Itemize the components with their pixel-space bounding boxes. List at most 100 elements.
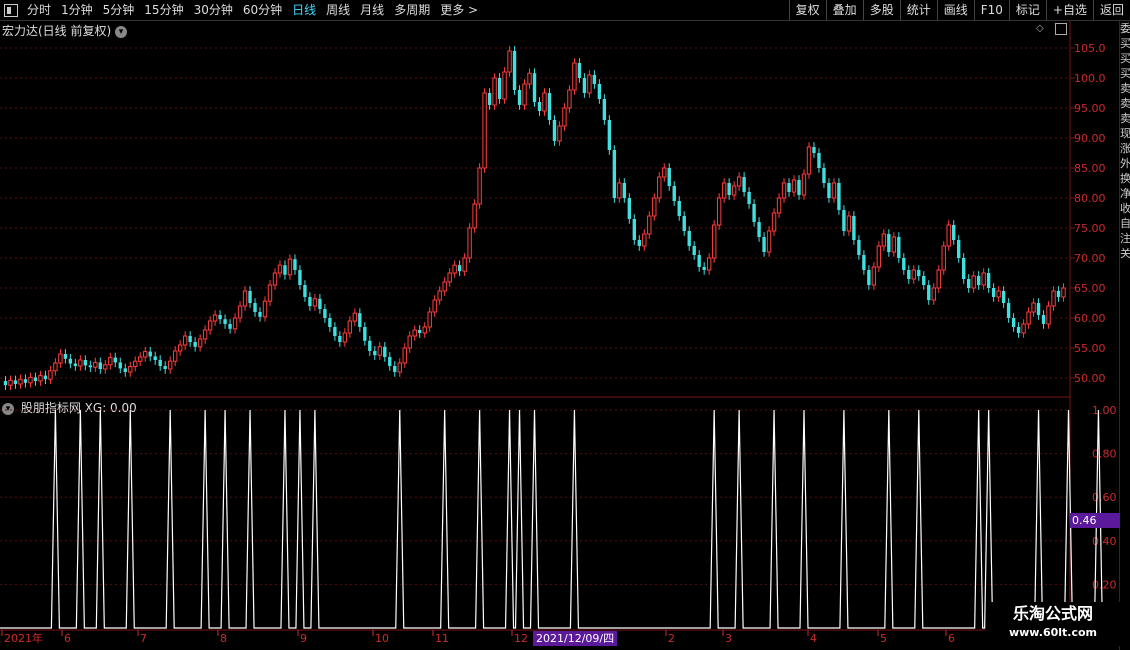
candle-body [527,72,532,85]
candle-body [891,236,897,253]
candle-body [557,125,562,142]
candle-body [277,264,283,274]
period-tab[interactable]: 5分钟 [98,0,140,20]
candle-body [881,233,887,247]
candle-body [113,357,117,363]
strip-char: 注 [1120,232,1130,245]
candle-body [422,326,427,334]
toolbar-button[interactable]: 画线 [936,0,974,20]
candle-body [462,257,467,272]
candle-body [123,368,127,372]
candle-body [1001,291,1006,303]
candle-body [757,222,761,237]
candle-body [572,62,577,91]
candle-body [986,273,991,288]
candle-body [941,245,946,271]
candle-body [936,269,941,289]
candle-body [1031,302,1036,313]
candle-body [607,120,612,150]
candle-body [797,180,801,195]
toolbar-button[interactable]: 叠加 [825,0,863,20]
strip-char: 卖 [1120,82,1130,95]
y-tick-label: 50.00 [1074,372,1106,385]
indicator-title: ▾ 股朋指标网 XG: 0.00 [2,399,137,416]
watermark: 乐淘公式网 www.60lt.com [986,602,1120,646]
candle-body [118,362,122,369]
candle-body [711,224,717,259]
candle-body [692,246,696,255]
period-tab[interactable]: 日线 [287,0,321,20]
toolbar-button[interactable]: 多股 [862,0,900,20]
toolbar-button[interactable]: 复权 [788,0,826,20]
candle-body [323,309,327,318]
toolbar-button[interactable]: 返回 [1092,0,1130,20]
toolbar-button[interactable]: 统计 [899,0,937,20]
menu-icon[interactable] [4,3,18,17]
candle-body [412,329,417,337]
candle-body [397,362,402,373]
y-tick-label: 55.00 [1074,342,1106,355]
candle-body [1046,305,1051,325]
candle-body [827,183,831,198]
candle-body [338,336,342,342]
candle-body [922,276,926,285]
period-tab[interactable]: 60分钟 [238,0,287,20]
diamond-icon[interactable]: ◇ [1036,23,1046,34]
candle-body [153,356,157,360]
candle-body [212,314,218,322]
candle-body [662,167,667,178]
candle-body [347,320,353,334]
toolbar-button[interactable]: +自选 [1045,0,1093,20]
candle-body [532,73,537,102]
strip-char: 卖 [1120,112,1130,125]
candle-body [667,168,671,186]
toolbar-button[interactable]: 标记 [1008,0,1046,20]
strip-char: 卖 [1120,97,1130,110]
candle-body [8,379,13,386]
candle-body [427,311,432,328]
candle-body [23,379,28,383]
signal-line [0,409,1130,629]
candle-body [991,288,996,297]
candle-body [957,240,961,258]
quote-side-strip: 委买买买卖卖卖现涨外换净收自注关 [1119,21,1130,650]
candle-body [562,107,567,127]
candle-body [1026,311,1031,325]
period-tab[interactable]: 周线 [321,0,355,20]
period-tab[interactable]: 1分钟 [56,0,98,20]
candle-body [716,197,722,226]
period-tab[interactable]: 15分钟 [139,0,188,20]
candle-body [318,298,322,309]
candle-body [1011,318,1016,327]
candle-body [13,380,18,384]
candle-body [852,216,856,240]
period-tab[interactable]: 分时 [22,0,56,20]
candle-body [452,264,457,274]
period-tab[interactable]: 更多 > [435,0,483,20]
candle-body [108,357,113,366]
period-tab[interactable]: 月线 [355,0,389,20]
chevron-down-icon[interactable]: ▾ [2,402,14,415]
candle-body [522,83,527,106]
layout-icon[interactable] [1055,23,1067,35]
candle-body [63,354,68,359]
x-tick-label: 4 [810,632,817,645]
chevron-down-icon[interactable]: ▾ [115,25,128,38]
indicator-crosshair-value: 0.46 [1070,513,1120,528]
y-tick-label: 100.0 [1074,72,1106,85]
candle-body [697,255,701,267]
candle-body [742,177,746,192]
candle-body [706,257,712,271]
toolbar-button[interactable]: F10 [973,0,1009,20]
period-tab[interactable]: 多周期 [389,0,435,20]
candle-body [907,270,911,279]
candle-body [333,327,337,336]
candle-body [388,357,392,366]
candle-body [547,93,552,120]
y-tick-label: 80.00 [1074,192,1106,205]
strip-char: 委 [1120,22,1130,35]
period-tab[interactable]: 30分钟 [189,0,238,20]
candle-body [363,327,367,341]
ind-tick-label: 1.00 [1092,404,1117,417]
candle-body [652,197,657,217]
